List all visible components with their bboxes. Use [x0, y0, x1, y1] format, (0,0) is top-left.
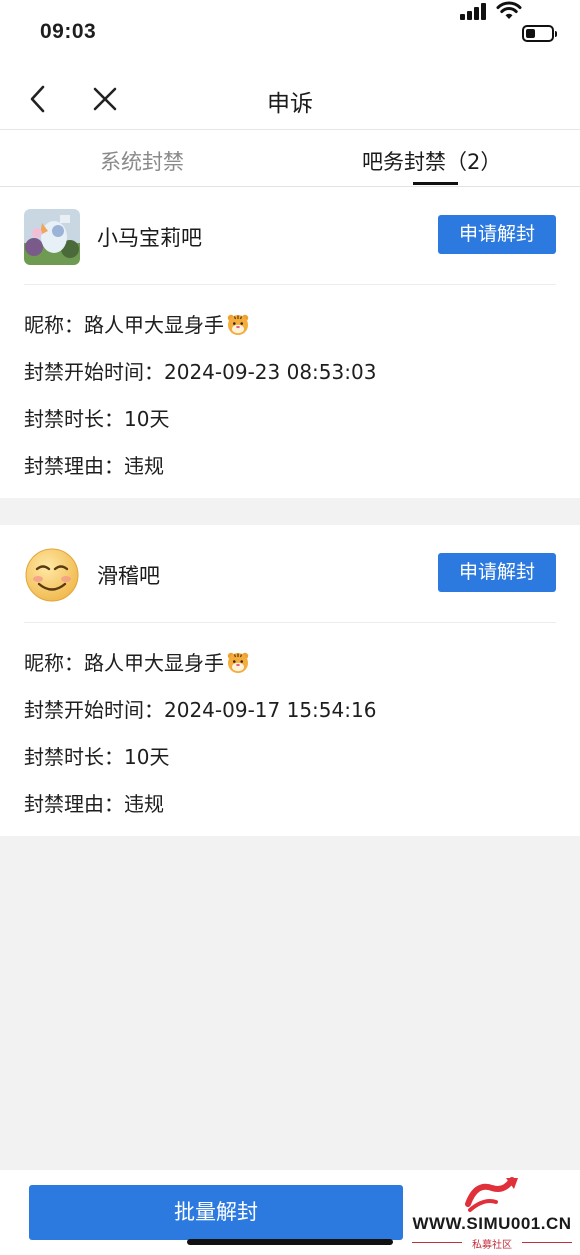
- divider: [24, 622, 556, 623]
- tab-system-ban[interactable]: 系统封禁: [100, 146, 184, 176]
- appeal-unban-button[interactable]: 申请解封: [438, 215, 556, 254]
- home-indicator: [187, 1239, 393, 1245]
- forum-name[interactable]: 滑稽吧: [97, 560, 160, 590]
- page-title: 申诉: [267, 91, 313, 117]
- ban-reason-row: 封禁理由：违规: [24, 788, 164, 817]
- tab-forum-ban[interactable]: 吧务封禁（2）: [362, 146, 501, 176]
- active-tab-indicator: [413, 182, 458, 185]
- appeal-unban-button[interactable]: 申请解封: [438, 553, 556, 592]
- wifi-icon: [496, 1, 522, 19]
- ban-start-value: 2024-09-23 08:53:03: [164, 360, 377, 384]
- ban-duration-row: 封禁时长：10天: [24, 741, 169, 770]
- ban-duration-label: 封禁时长：: [24, 745, 124, 769]
- ban-start-label: 封禁开始时间：: [24, 698, 164, 722]
- nickname-label: 昵称：: [24, 651, 84, 675]
- ban-duration-value: 10天: [124, 407, 170, 431]
- nav-bar: 申诉: [0, 70, 580, 130]
- ban-card: 滑稽吧 申请解封 昵称：路人甲大显身手 封禁开始时间：2024-09-17 15…: [0, 525, 580, 836]
- ban-reason-value: 违规: [124, 792, 164, 816]
- forum-name[interactable]: 小马宝莉吧: [97, 222, 202, 252]
- tiger-emoji-icon: [227, 314, 249, 335]
- forum-avatar: [24, 547, 80, 603]
- ban-start-label: 封禁开始时间：: [24, 360, 164, 384]
- ban-reason-row: 封禁理由：违规: [24, 450, 164, 479]
- ban-start-row: 封禁开始时间：2024-09-23 08:53:03: [24, 356, 376, 385]
- ban-card: 小马宝莉吧 申请解封 昵称：路人甲大显身手 封禁开始时间：2024-09-23 …: [0, 187, 580, 498]
- watermark-subtext: 私募社区: [472, 1240, 512, 1251]
- tiger-emoji-icon: [227, 652, 249, 673]
- ban-duration-label: 封禁时长：: [24, 407, 124, 431]
- batch-unban-button[interactable]: 批量解封: [29, 1185, 403, 1240]
- ban-duration-value: 10天: [124, 745, 170, 769]
- nickname-value: 路人甲大显身手: [84, 313, 224, 337]
- watermark-text: WWW.SIMU001.CN: [412, 1214, 572, 1233]
- nickname-row: 昵称：路人甲大显身手: [24, 309, 250, 338]
- ban-start-row: 封禁开始时间：2024-09-17 15:54:16: [24, 694, 376, 723]
- ban-reason-label: 封禁理由：: [24, 454, 124, 478]
- nickname-row: 昵称：路人甲大显身手: [24, 647, 250, 676]
- ban-reason-label: 封禁理由：: [24, 792, 124, 816]
- divider: [24, 284, 556, 285]
- ban-start-value: 2024-09-17 15:54:16: [164, 698, 377, 722]
- signal-icon: [460, 2, 486, 20]
- ban-duration-row: 封禁时长：10天: [24, 403, 169, 432]
- watermark: WWW.SIMU001.CN 私募社区: [404, 1172, 580, 1255]
- status-bar: 09:03: [0, 0, 580, 70]
- nickname-label: 昵称：: [24, 313, 84, 337]
- status-time: 09:03: [40, 20, 97, 43]
- forum-avatar: [24, 209, 80, 265]
- ban-reason-value: 违规: [124, 454, 164, 478]
- watermark-logo-icon: [465, 1177, 518, 1212]
- battery-icon: [522, 25, 557, 42]
- nickname-value: 路人甲大显身手: [84, 651, 224, 675]
- tab-bar: 系统封禁 吧务封禁（2）: [0, 130, 580, 187]
